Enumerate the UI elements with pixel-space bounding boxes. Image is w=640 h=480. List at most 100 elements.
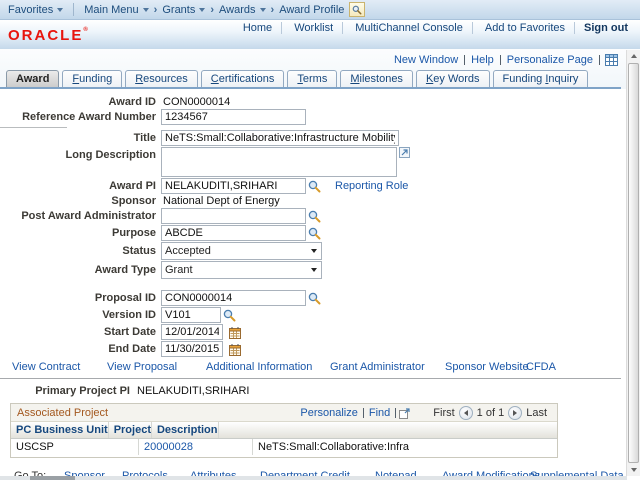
portal-link[interactable]: MultiChannel Console bbox=[346, 22, 473, 34]
related-link[interactable]: View Contract bbox=[12, 361, 80, 373]
chevron-down-icon bbox=[311, 249, 317, 253]
tab-label: Funding bbox=[72, 73, 112, 85]
portal-links: Home Worklist MultiChannel Console Add t… bbox=[234, 22, 630, 34]
tab-label: Key Words bbox=[426, 73, 480, 85]
tab[interactable]: Funding bbox=[62, 70, 122, 87]
post-award-administrator-lookup-icon[interactable] bbox=[308, 210, 321, 223]
previous-page-button[interactable] bbox=[459, 406, 473, 420]
layout-grid-icon[interactable] bbox=[605, 54, 618, 66]
pager-last-link[interactable]: Last bbox=[526, 407, 547, 419]
divider bbox=[464, 55, 465, 65]
breadcrumb-item[interactable]: › Main Menu bbox=[84, 4, 148, 16]
tab[interactable]: Certifications bbox=[201, 70, 285, 87]
sponsor-value: National Dept of Energy bbox=[161, 195, 280, 207]
reference-award-number-label: Reference Award Number bbox=[0, 111, 161, 123]
proposal-id-lookup-icon[interactable] bbox=[308, 292, 321, 305]
tab-bar: Award Funding Resources Certifications T… bbox=[0, 70, 640, 87]
reporting-role-link[interactable]: Reporting Role bbox=[335, 180, 408, 192]
award-id-value: CON0000014 bbox=[161, 96, 230, 108]
tab[interactable]: Terms bbox=[287, 70, 337, 87]
divider bbox=[599, 55, 600, 65]
breadcrumb-item-label: Awards bbox=[219, 4, 255, 16]
next-page-button[interactable] bbox=[508, 406, 522, 420]
grid-header-bar: Associated Project Personalize Find Firs… bbox=[11, 404, 557, 422]
new-window-link[interactable]: New Window bbox=[394, 54, 458, 66]
award-profile-page: Favorites › Main Menu › Grants bbox=[0, 0, 640, 480]
related-link[interactable]: Grant Administrator bbox=[330, 361, 425, 373]
start-date-calendar-icon[interactable] bbox=[229, 326, 241, 339]
related-link[interactable]: Sponsor Website bbox=[445, 361, 529, 373]
end-date-calendar-icon[interactable] bbox=[229, 343, 241, 356]
long-description-textarea[interactable] bbox=[161, 147, 397, 177]
popup-window-icon[interactable] bbox=[399, 407, 411, 419]
breadcrumb-item[interactable]: › Grants bbox=[149, 4, 206, 16]
portal-link[interactable]: Worklist bbox=[285, 22, 343, 34]
award-type-label: Award Type bbox=[0, 264, 161, 276]
primary-project-pi-row: Primary Project PI NELAKUDITI,SRIHARI bbox=[0, 385, 640, 397]
scroll-down-icon[interactable] bbox=[627, 464, 640, 476]
version-id-input[interactable] bbox=[161, 307, 221, 323]
breadcrumb-item-label: Main Menu bbox=[84, 4, 138, 16]
tab[interactable]: Milestones bbox=[340, 70, 413, 87]
tab[interactable]: Key Words bbox=[416, 70, 490, 87]
personalize-page-link[interactable]: Personalize Page bbox=[507, 54, 593, 66]
pager-first-link[interactable]: First bbox=[433, 407, 454, 419]
vertical-scrollbar[interactable] bbox=[626, 50, 640, 476]
personalize-link[interactable]: Personalize bbox=[300, 407, 357, 419]
pager-position: 1 of 1 bbox=[477, 407, 505, 419]
project-link[interactable]: 20000028 bbox=[144, 441, 193, 453]
find-link[interactable]: Find bbox=[369, 407, 390, 419]
end-date-input[interactable] bbox=[161, 341, 223, 357]
sponsor-label: Sponsor bbox=[0, 195, 161, 207]
award-pi-lookup-icon[interactable] bbox=[308, 180, 321, 193]
horizontal-scrollbar[interactable] bbox=[0, 476, 627, 480]
section-divider bbox=[0, 127, 67, 128]
breadcrumb-item[interactable]: › Awards bbox=[205, 4, 265, 16]
status-select[interactable]: Accepted bbox=[161, 242, 322, 260]
tab[interactable]: Resources bbox=[125, 70, 198, 87]
related-link[interactable]: CFDA bbox=[526, 361, 556, 373]
tab[interactable]: Award bbox=[6, 70, 59, 87]
grid-pager: First 1 of 1 Last bbox=[429, 406, 551, 420]
proposal-id-input[interactable] bbox=[161, 290, 306, 306]
primary-project-pi-label: Primary Project PI bbox=[0, 385, 135, 397]
tab-label: Resources bbox=[135, 73, 188, 85]
associated-project-grid: Associated Project Personalize Find Firs… bbox=[10, 403, 558, 458]
version-id-lookup-icon[interactable] bbox=[223, 309, 236, 322]
divider bbox=[363, 408, 364, 418]
version-id-label: Version ID bbox=[0, 309, 161, 321]
purpose-input[interactable] bbox=[161, 225, 306, 241]
related-link[interactable]: Additional Information bbox=[206, 361, 312, 373]
sign-out-link[interactable]: Sign out bbox=[575, 22, 630, 34]
help-link[interactable]: Help bbox=[471, 54, 494, 66]
tab[interactable]: Funding Inquiry bbox=[493, 70, 589, 87]
post-award-administrator-input[interactable] bbox=[161, 208, 306, 224]
oracle-logo: ORACLE® bbox=[8, 27, 88, 44]
award-form: Award ID CON0000014 Reference Award Numb… bbox=[0, 89, 640, 357]
vertical-scrollbar-thumb[interactable] bbox=[628, 63, 639, 463]
related-link[interactable]: View Proposal bbox=[107, 361, 177, 373]
portal-header: Home Worklist MultiChannel Console Add t… bbox=[0, 20, 640, 49]
award-pi-label: Award PI bbox=[0, 180, 161, 192]
breadcrumb-item[interactable]: › Award Profile bbox=[266, 2, 366, 17]
start-date-input[interactable] bbox=[161, 324, 223, 340]
purpose-lookup-icon[interactable] bbox=[308, 227, 321, 240]
title-input[interactable] bbox=[161, 130, 399, 146]
divider bbox=[395, 408, 396, 418]
breadcrumb-items: › Main Menu › Grants › Awards bbox=[84, 2, 365, 17]
horizontal-scrollbar-thumb[interactable] bbox=[30, 476, 75, 480]
reference-award-number-input[interactable] bbox=[161, 109, 306, 125]
grid-rows: USCSP 20000028 NeTS:Small:Collaborative:… bbox=[11, 439, 557, 457]
table-row: USCSP 20000028 NeTS:Small:Collaborative:… bbox=[11, 439, 557, 457]
grid-title: Associated Project bbox=[17, 407, 108, 419]
portal-link[interactable]: Add to Favorites bbox=[476, 22, 575, 34]
award-type-select[interactable]: Grant bbox=[161, 261, 322, 279]
portal-link[interactable]: Home bbox=[234, 22, 282, 34]
award-pi-input[interactable] bbox=[161, 178, 306, 194]
proposal-id-label: Proposal ID bbox=[0, 292, 161, 304]
breadcrumb-search-icon[interactable] bbox=[349, 2, 365, 17]
scroll-up-icon[interactable] bbox=[627, 50, 640, 62]
favorites-menu[interactable]: Favorites bbox=[8, 4, 63, 16]
expand-icon[interactable] bbox=[399, 147, 410, 158]
status-label: Status bbox=[0, 245, 161, 257]
